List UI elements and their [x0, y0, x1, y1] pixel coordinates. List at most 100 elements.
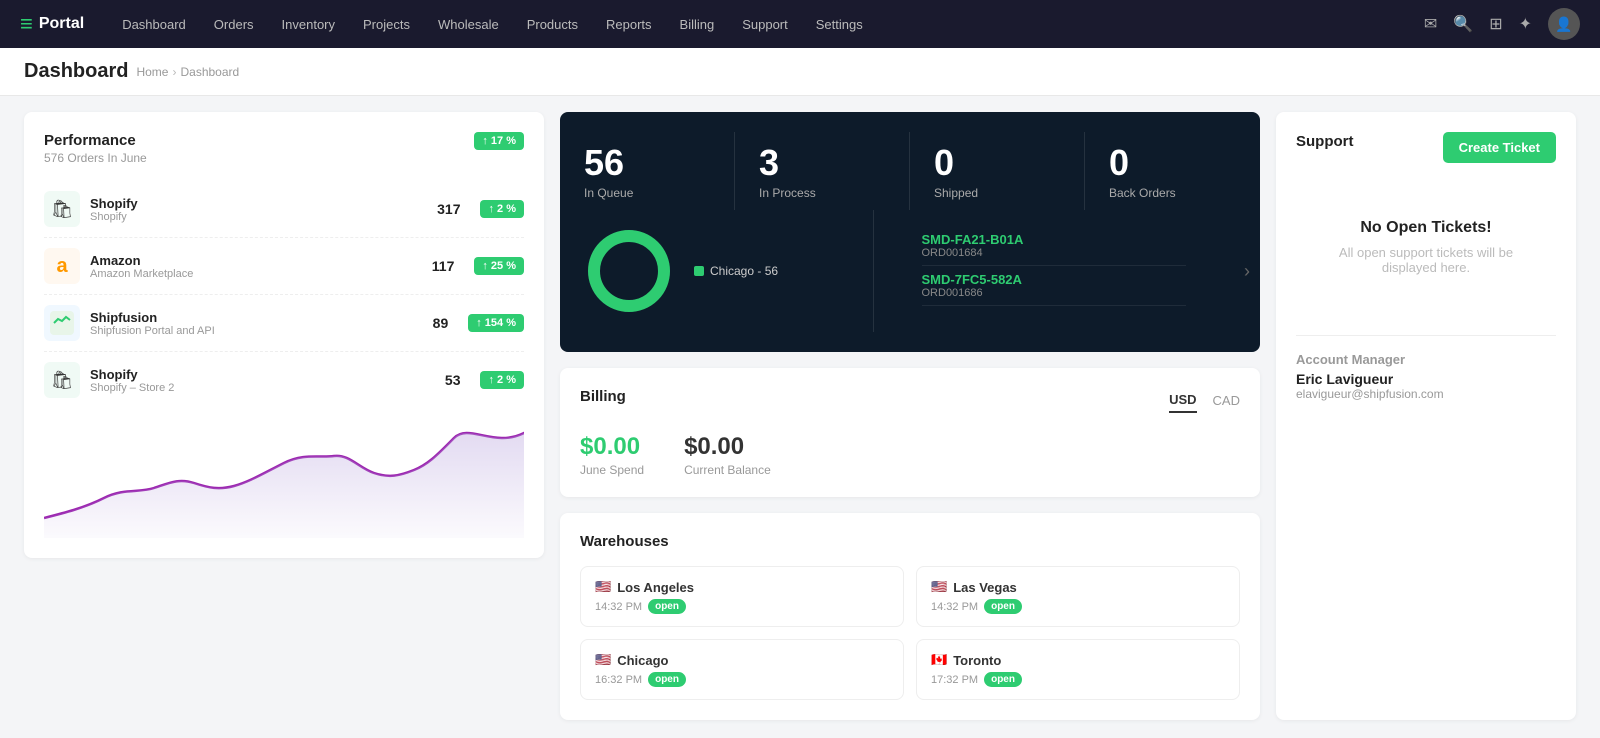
warehouse-lv: 🇺🇸 Las Vegas 14:32 PM open: [916, 566, 1240, 627]
nav-support[interactable]: Support: [728, 0, 802, 48]
warehouse-la: 🇺🇸 Los Angeles 14:32 PM open: [580, 566, 904, 627]
shipfusion-name: Shipfusion: [90, 310, 423, 325]
nav-products[interactable]: Products: [513, 0, 592, 48]
billing-june: $0.00 June Spend: [580, 433, 644, 477]
nav-inventory[interactable]: Inventory: [268, 0, 349, 48]
perf-header: Performance 576 Orders In June ↑ 17 %: [44, 132, 524, 165]
amazon-icon: a: [44, 248, 80, 284]
order-item-0: SMD-FA21-B01A ORD001684: [922, 226, 1187, 266]
no-tickets-sub: All open support tickets will be display…: [1316, 245, 1536, 275]
stats-row: 56 In Queue 3 In Process 0 Shipped 0 Bac…: [560, 132, 1260, 210]
logo-text: Portal: [39, 15, 84, 33]
current-balance-amount: $0.00: [684, 433, 771, 461]
no-tickets-title: No Open Tickets!: [1316, 219, 1536, 237]
avatar[interactable]: 👤: [1548, 8, 1580, 40]
shopify1-badge: ↑ 2 %: [480, 200, 524, 218]
warehouse-chicago: 🇺🇸 Chicago 16:32 PM open: [580, 639, 904, 700]
am-title: Account Manager: [1296, 352, 1556, 367]
support-header: Support Create Ticket: [1296, 132, 1556, 163]
shopify2-sub: Shopify – Store 2: [90, 382, 435, 394]
billing-card: Billing USD CAD $0.00 June Spend $0.00 C…: [560, 368, 1260, 497]
performance-chart: [44, 418, 524, 538]
am-email: elavigueur@shipfusion.com: [1296, 387, 1556, 401]
nav-logo[interactable]: ≡ Portal: [20, 11, 84, 37]
shipfusion-sub: Shipfusion Portal and API: [90, 325, 423, 337]
am-name: Eric Lavigueur: [1296, 371, 1556, 387]
stat-content: Chicago - 56: [560, 210, 873, 332]
wh-la-header: 🇺🇸 Los Angeles: [595, 579, 889, 595]
right-column: Support Create Ticket No Open Tickets! A…: [1276, 112, 1576, 720]
support-card: Support Create Ticket No Open Tickets! A…: [1276, 112, 1576, 720]
warehouses-card: Warehouses 🇺🇸 Los Angeles 14:32 PM open …: [560, 513, 1260, 720]
shopify2-icon: 🛍: [44, 362, 80, 398]
wh-lv-flag: 🇺🇸: [931, 579, 947, 595]
orders-list: SMD-FA21-B01A ORD001684 SMD-7FC5-582A OR…: [898, 226, 1211, 306]
warehouses-grid: 🇺🇸 Los Angeles 14:32 PM open 🇺🇸 Las Vega…: [580, 566, 1240, 700]
shipfusion-count: 89: [433, 315, 449, 331]
shopify1-info: Shopify Shopify: [90, 196, 427, 223]
account-manager: Account Manager Eric Lavigueur elavigueu…: [1296, 335, 1556, 401]
message-icon[interactable]: ✉: [1424, 14, 1437, 34]
stat-shipped: 0 Shipped: [910, 132, 1085, 210]
shopify2-count: 53: [445, 372, 461, 388]
shopify2-name: Shopify: [90, 367, 435, 382]
amazon-badge: ↑ 25 %: [474, 257, 524, 275]
shopify1-sub: Shopify: [90, 211, 427, 223]
billing-title: Billing: [580, 388, 626, 405]
nav-reports[interactable]: Reports: [592, 0, 666, 48]
search-icon[interactable]: 🔍: [1453, 14, 1473, 34]
dark-card-inner: Chicago - 56 SMD-FA21-B01A ORD001684 SMD…: [560, 210, 1260, 332]
navbar: ≡ Portal Dashboard Orders Inventory Proj…: [0, 0, 1600, 48]
wh-tor-flag: 🇨🇦: [931, 652, 947, 668]
wh-tor-status: open: [984, 672, 1022, 687]
middle-column: 56 In Queue 3 In Process 0 Shipped 0 Bac…: [560, 112, 1260, 720]
wh-tor-header: 🇨🇦 Toronto: [931, 652, 1225, 668]
billing-balance: $0.00 Current Balance: [684, 433, 771, 477]
nav-orders[interactable]: Orders: [200, 0, 268, 48]
breadcrumb-home[interactable]: Home: [136, 65, 168, 79]
chevron-right-icon[interactable]: ›: [1234, 261, 1260, 282]
nav-settings[interactable]: Settings: [802, 0, 877, 48]
wh-lv-time: 14:32 PM open: [931, 599, 1225, 614]
donut-legend: Chicago - 56: [694, 264, 778, 278]
back-orders-label: Back Orders: [1109, 186, 1236, 200]
shipfusion-icon: [44, 305, 80, 341]
billing-tabs: USD CAD: [1169, 392, 1240, 413]
dark-left: Chicago - 56: [560, 210, 874, 332]
wh-chi-name: Chicago: [617, 653, 668, 668]
order-id-0: SMD-FA21-B01A: [922, 232, 1187, 247]
create-ticket-button[interactable]: Create Ticket: [1443, 132, 1556, 163]
wh-lv-status: open: [984, 599, 1022, 614]
in-process-label: In Process: [759, 186, 885, 200]
stat-in-queue: 56 In Queue: [560, 132, 735, 210]
back-orders-number: 0: [1109, 142, 1236, 184]
june-spend-label: June Spend: [580, 463, 644, 477]
shipfusion-info: Shipfusion Shipfusion Portal and API: [90, 310, 423, 337]
main-content: Performance 576 Orders In June ↑ 17 % 🛍 …: [0, 96, 1600, 736]
dark-right: SMD-FA21-B01A ORD001684 SMD-7FC5-582A OR…: [874, 210, 1235, 332]
order-num-1: ORD001686: [922, 287, 1187, 299]
nav-billing[interactable]: Billing: [666, 0, 729, 48]
perf-badge: ↑ 17 %: [474, 132, 524, 150]
star-icon[interactable]: ✦: [1519, 14, 1532, 34]
billing-tab-usd[interactable]: USD: [1169, 392, 1196, 413]
support-title: Support: [1296, 133, 1354, 150]
in-process-number: 3: [759, 142, 885, 184]
order-item-1: SMD-7FC5-582A ORD001686: [922, 266, 1187, 306]
breadcrumb-current: Dashboard: [180, 65, 239, 79]
shipped-label: Shipped: [934, 186, 1060, 200]
perf-title: Performance: [44, 132, 147, 149]
nav-wholesale[interactable]: Wholesale: [424, 0, 513, 48]
shipped-number: 0: [934, 142, 1060, 184]
grid-icon[interactable]: ⊞: [1489, 14, 1502, 34]
billing-tab-cad[interactable]: CAD: [1213, 393, 1240, 412]
wh-la-flag: 🇺🇸: [595, 579, 611, 595]
amazon-name: Amazon: [90, 253, 422, 268]
stat-back-orders: 0 Back Orders: [1085, 132, 1260, 210]
warehouse-toronto: 🇨🇦 Toronto 17:32 PM open: [916, 639, 1240, 700]
order-num-0: ORD001684: [922, 247, 1187, 259]
breadcrumb-sep: ›: [172, 65, 176, 79]
nav-projects[interactable]: Projects: [349, 0, 424, 48]
current-balance-label: Current Balance: [684, 463, 771, 477]
nav-dashboard[interactable]: Dashboard: [108, 0, 200, 48]
